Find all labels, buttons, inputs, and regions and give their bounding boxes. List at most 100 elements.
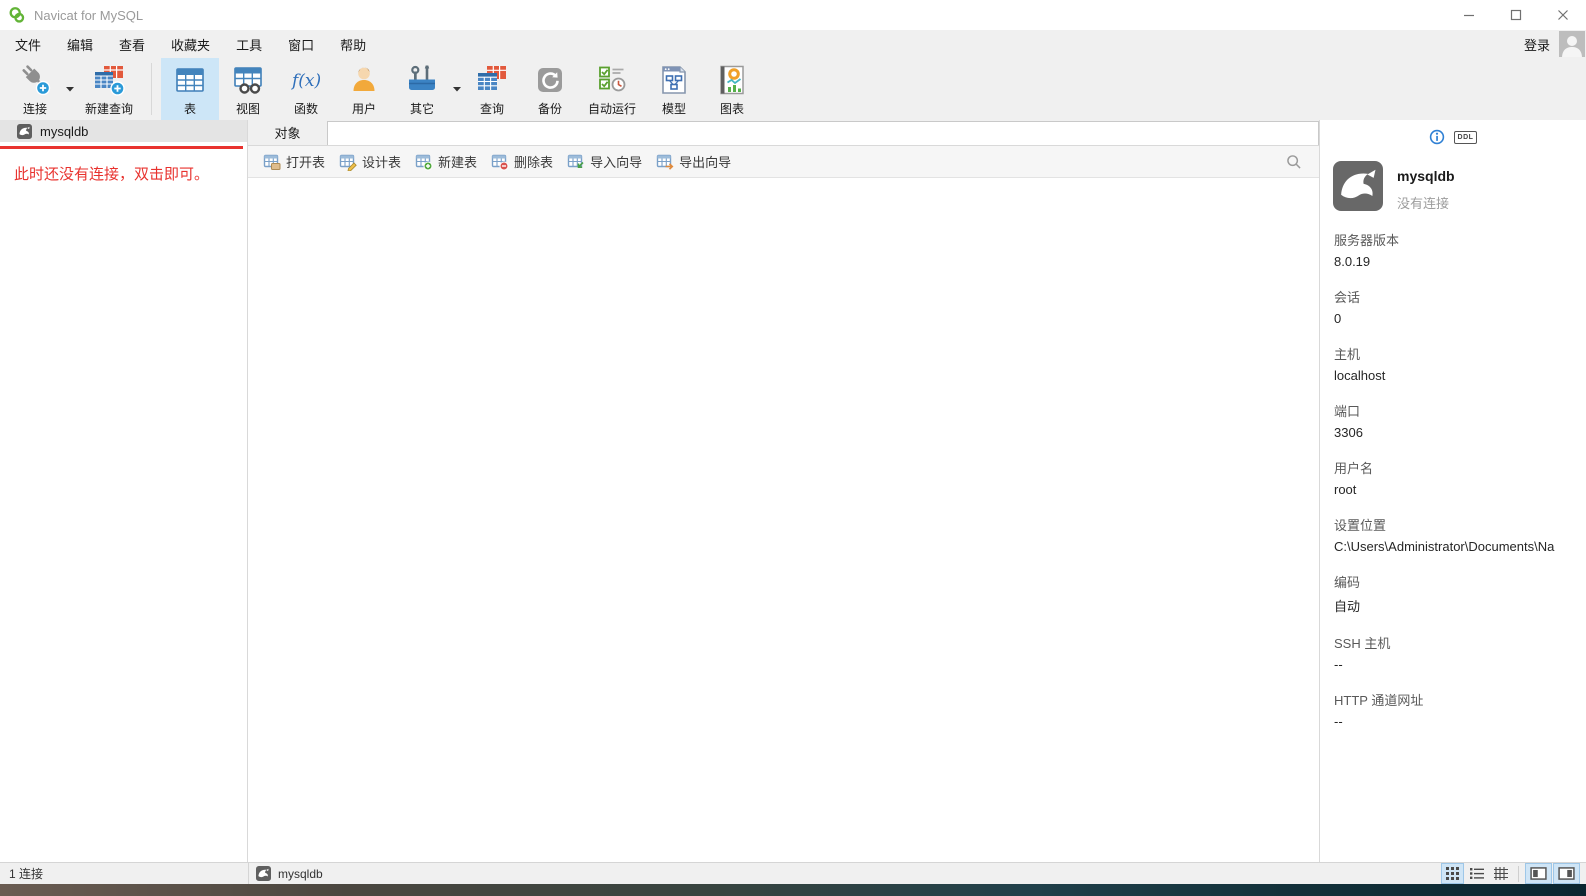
main-area: 对象 打开表 设计表 新建表 删除表 导入向导 导出向导 — [248, 120, 1319, 862]
search-button[interactable] — [1285, 153, 1303, 171]
import-wizard-icon — [567, 154, 584, 168]
import-wizard-button[interactable]: 导入向导 — [560, 149, 649, 174]
menu-bar: 文件 编辑 查看 收藏夹 工具 窗口 帮助 登录 — [0, 30, 1586, 58]
menubar-right: 登录 — [1524, 30, 1586, 58]
minimize-button[interactable] — [1445, 0, 1492, 30]
connections-sidebar: mysqldb 此时还没有连接，双击即可。 — [0, 120, 248, 862]
export-wizard-button[interactable]: 导出向导 — [649, 149, 738, 174]
model-label: 模型 — [662, 102, 687, 116]
chevron-down-icon — [66, 87, 74, 92]
users-button[interactable]: 用户 — [335, 58, 393, 120]
menu-file[interactable]: 文件 — [2, 30, 54, 58]
info-icon[interactable] — [1429, 129, 1445, 145]
user-person-icon — [353, 67, 375, 91]
automation-icon — [599, 66, 626, 92]
open-table-button[interactable]: 打开表 — [256, 149, 332, 174]
charts-icon — [720, 65, 744, 95]
toolbox-icon — [409, 65, 436, 90]
svg-text:f(x): f(x) — [290, 71, 321, 91]
field-value: 3306 — [1334, 425, 1363, 440]
field-label: 用户名 — [1334, 461, 1374, 476]
search-icon — [1287, 154, 1301, 169]
detail-view-button[interactable] — [1490, 864, 1511, 883]
annotation-text: 此时还没有连接，双击即可。 — [14, 166, 210, 183]
field-label: 服务器版本 — [1334, 233, 1400, 248]
mysql-dolphin-icon — [17, 123, 32, 139]
chevron-down-icon — [453, 87, 462, 92]
maximize-button[interactable] — [1492, 0, 1539, 30]
functions-icon: f(x) — [290, 71, 321, 91]
field-value: 自动 — [1334, 599, 1361, 614]
info-panel: DDL mysqldb 没有连接 服务器版本 8.0.19 会话 0 主机 lo… — [1319, 120, 1586, 862]
field-value: localhost — [1334, 368, 1386, 383]
field-label: HTTP 通道网址 — [1334, 693, 1424, 708]
menu-view[interactable]: 查看 — [106, 30, 158, 58]
views-icon — [234, 67, 262, 94]
field-label: 会话 — [1334, 290, 1361, 305]
body-region: mysqldb 此时还没有连接，双击即可。 对象 打开表 设计表 新建表 删除表… — [0, 120, 1586, 862]
views-button[interactable]: 视图 — [219, 58, 277, 120]
import-wizard-label: 导入向导 — [590, 155, 643, 170]
detail-view-icon — [1493, 867, 1508, 880]
connection-title: mysqldb — [1397, 168, 1455, 184]
field-value: root — [1334, 482, 1357, 497]
toggle-left-panel-button[interactable] — [1525, 863, 1552, 884]
connect-dropdown-caret[interactable] — [64, 58, 76, 120]
navicat-window: Navicat for MySQL 文件 编辑 查看 收藏夹 工具 窗口 帮助 … — [0, 0, 1586, 896]
others-button[interactable]: 其它 — [393, 58, 451, 120]
backup-icon — [538, 68, 563, 92]
toggle-right-panel-button[interactable] — [1553, 863, 1580, 884]
charts-button[interactable]: 图表 — [703, 58, 761, 120]
functions-label: 函数 — [294, 102, 319, 116]
connect-label: 连接 — [22, 102, 47, 116]
menu-favorites[interactable]: 收藏夹 — [158, 30, 223, 58]
field-label: 主机 — [1334, 347, 1361, 362]
object-list-area — [248, 178, 1319, 862]
new-table-button[interactable]: 新建表 — [408, 149, 484, 174]
navicat-logo-icon — [9, 7, 25, 23]
menu-help[interactable]: 帮助 — [327, 30, 379, 58]
tables-icon — [176, 68, 204, 92]
model-button[interactable]: 模型 — [645, 58, 703, 120]
user-avatar[interactable] — [1559, 31, 1585, 57]
login-button[interactable]: 登录 — [1524, 35, 1550, 54]
tab-bar: 对象 — [248, 120, 1319, 146]
statusbar-icon-separator — [1518, 865, 1519, 882]
field-value: 8.0.19 — [1334, 254, 1371, 269]
grid-view-button[interactable] — [1441, 863, 1464, 884]
close-button[interactable] — [1539, 0, 1586, 30]
connection-item-mysqldb[interactable]: mysqldb — [0, 120, 247, 142]
new-table-label: 新建表 — [438, 155, 478, 170]
backup-button[interactable]: 备份 — [521, 58, 579, 120]
connect-button[interactable]: 连接 — [6, 58, 64, 120]
delete-table-icon — [491, 154, 509, 170]
query-icon — [478, 66, 507, 90]
connection-count: 1 连接 — [9, 867, 44, 881]
query-label: 查询 — [480, 102, 505, 116]
query-button[interactable]: 查询 — [463, 58, 521, 120]
functions-button[interactable]: f(x) 函数 — [277, 58, 335, 120]
field-value: -- — [1334, 714, 1343, 729]
menu-window[interactable]: 窗口 — [275, 30, 327, 58]
connection-plug-icon — [22, 65, 51, 96]
mysql-dolphin-icon-small — [256, 866, 271, 881]
main-toolbar: 连接 新建查询 表 视图 f(x) 函数 用户 其它 查询 备份 自动运行 模型… — [0, 58, 1586, 120]
views-label: 视图 — [236, 102, 261, 116]
design-table-label: 设计表 — [362, 155, 402, 170]
tables-button[interactable]: 表 — [161, 58, 220, 120]
users-label: 用户 — [352, 102, 377, 116]
others-dropdown-caret[interactable] — [451, 58, 463, 120]
new-table-icon — [415, 154, 433, 170]
ddl-icon[interactable]: DDL — [1453, 130, 1478, 144]
connection-name: mysqldb — [40, 123, 89, 139]
menu-edit[interactable]: 编辑 — [54, 30, 106, 58]
menu-tools[interactable]: 工具 — [223, 30, 275, 58]
design-table-button[interactable]: 设计表 — [332, 149, 408, 174]
automation-button[interactable]: 自动运行 — [579, 58, 645, 120]
delete-table-button[interactable]: 删除表 — [484, 149, 560, 174]
new-query-button[interactable]: 新建查询 — [76, 58, 142, 120]
field-value: -- — [1334, 657, 1343, 672]
tab-objects[interactable]: 对象 — [248, 120, 327, 145]
list-view-button[interactable] — [1466, 864, 1487, 883]
desktop-background — [0, 884, 1586, 896]
